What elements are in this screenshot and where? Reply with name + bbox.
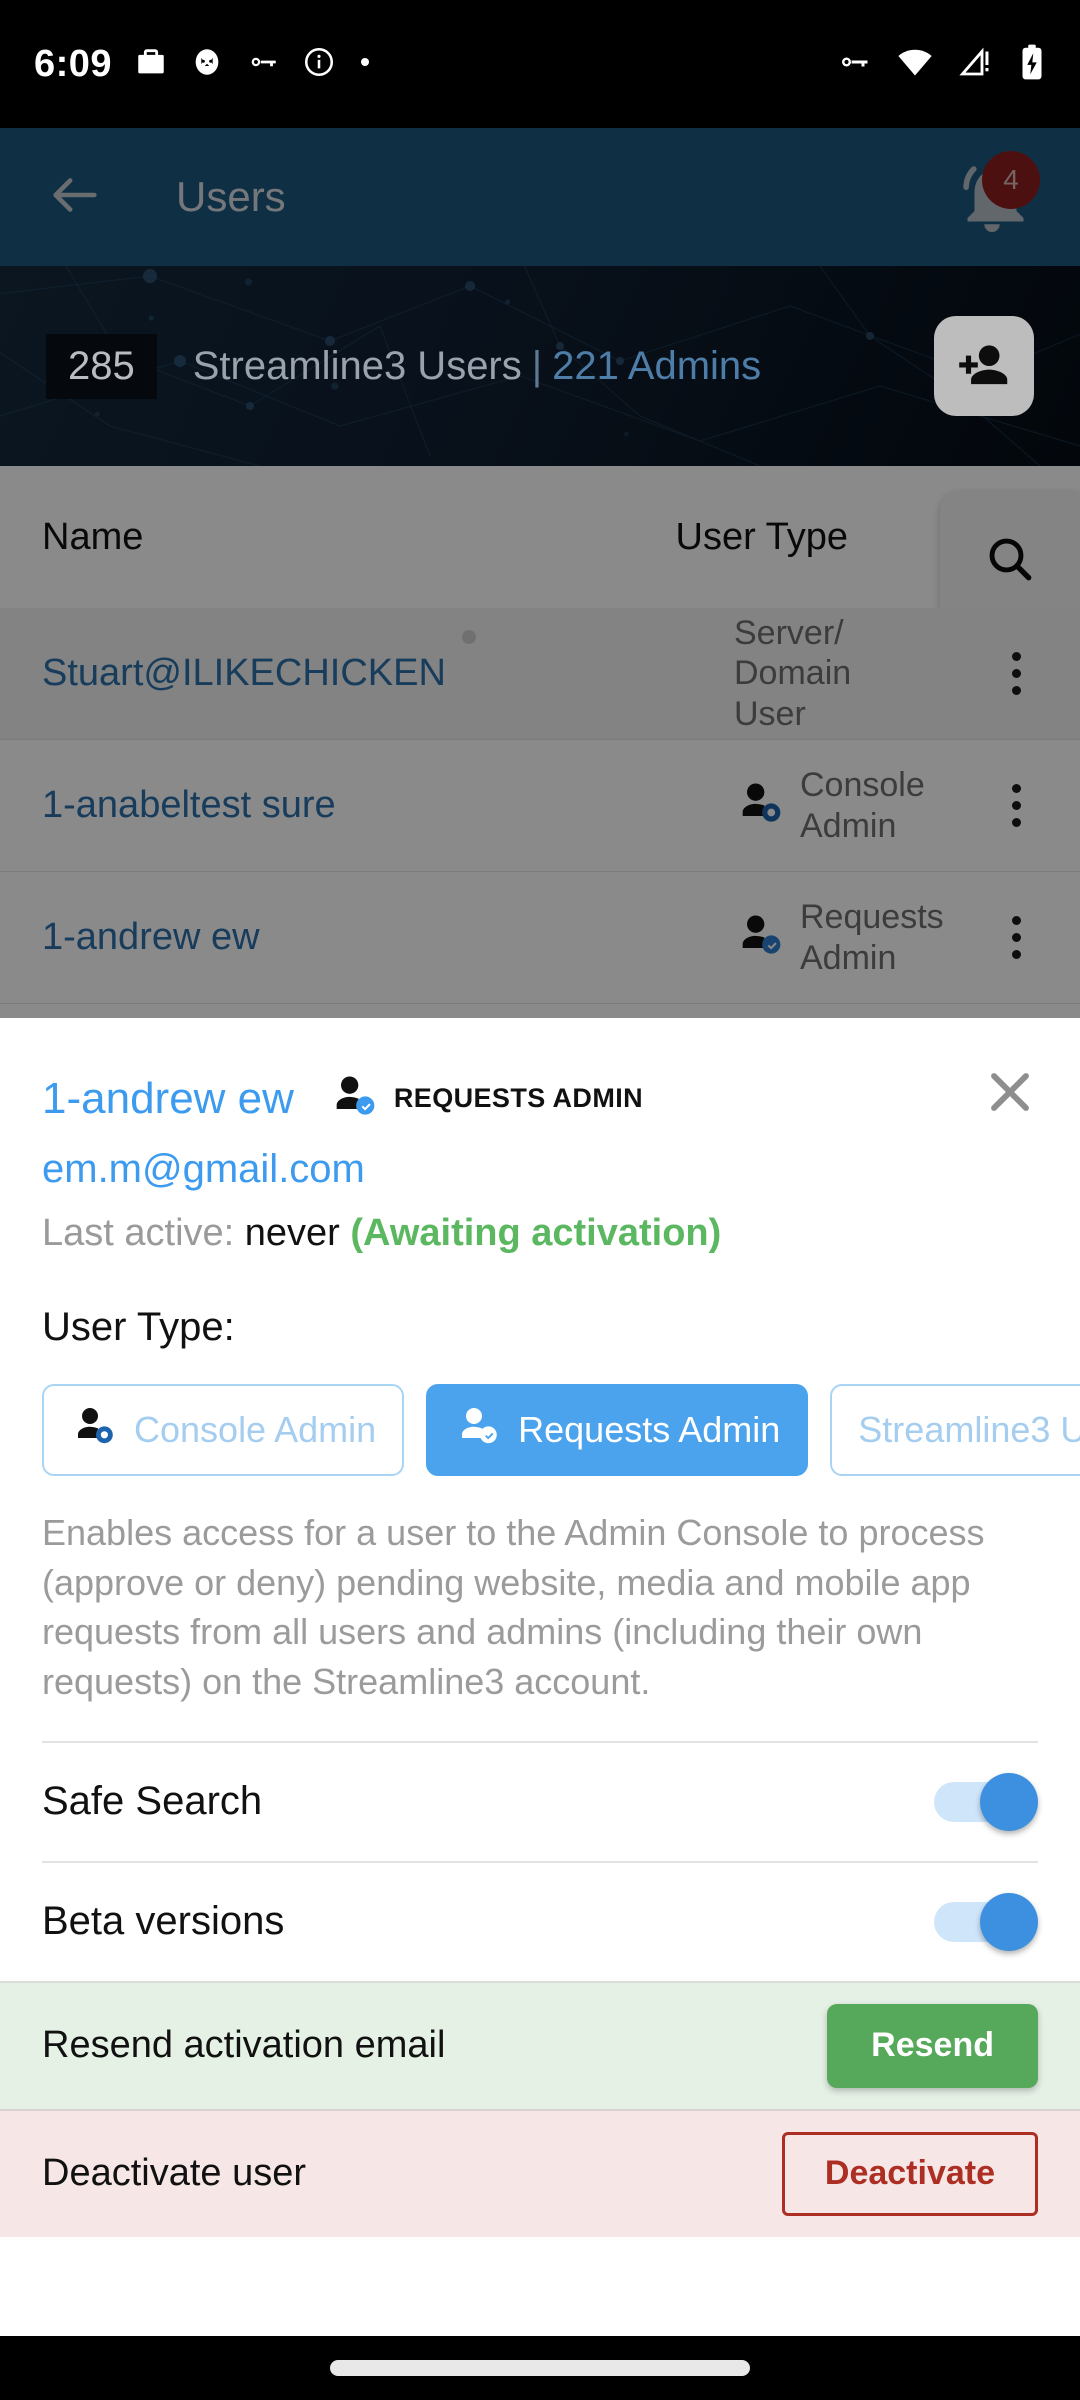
deactivate-button[interactable]: Deactivate [781,2131,1038,2216]
battery-charging-icon [1018,43,1046,86]
vpn-key-icon [246,45,280,84]
status-bar: 6:09 [0,0,1080,128]
user-detail-sheet: 1-andrew ew REQUESTS ADMIN em.m@gmail.co… [0,1018,1080,2336]
action-row-resend: Resend activation email Resend [0,1980,1080,2109]
user-count-badge: 285 [46,333,157,399]
requests-admin-icon [328,1070,380,1127]
summary-separator: | [531,343,543,388]
user-type-description: Enables access for a user to the Admin C… [42,1512,985,1703]
sheet-name-line: 1-andrew ew REQUESTS ADMIN [42,1070,1038,1127]
dot-icon [358,55,372,74]
setting-row-beta-versions[interactable]: Beta versions [0,1863,1080,1981]
chip-label: Console Admin [134,1409,377,1450]
role-badge: REQUESTS ADMIN [328,1070,643,1127]
status-bar-clock: 6:09 [34,42,113,85]
user-type-chip-group: Console Admin Requests Admin Streamline3… [42,1384,1080,1476]
setting-label: Safe Search [42,1779,263,1824]
resend-label: Resend activation email [42,2024,446,2067]
last-active-value: never [244,1212,340,1254]
info-circle-icon [302,45,336,84]
add-user-button[interactable] [934,316,1034,416]
action-row-deactivate: Deactivate user Deactivate [0,2108,1080,2237]
wifi-icon [896,43,934,86]
cellular-warning-icon [958,44,994,85]
users-summary-text: Streamline3 Users | 221 Admins [193,344,761,389]
phone-screen: 6:09 Users 4 285 Streamline3 Users | 221… [0,0,1080,2400]
toggle-knob [980,1892,1038,1951]
close-button[interactable] [978,1060,1042,1124]
briefcase-icon [134,45,168,84]
role-badge-label: REQUESTS ADMIN [393,1083,644,1113]
status-bar-right [836,43,1046,86]
person-add-icon [959,345,1008,385]
close-icon [991,1073,1029,1111]
chip-label: Streamline3 User [858,1409,1080,1450]
chip-label: Requests Admin [518,1409,781,1450]
deactivate-label: Deactivate user [42,2152,307,2195]
vpn-key-icon [836,44,872,85]
last-active-label: Last active: [42,1212,235,1254]
beta-versions-toggle[interactable] [934,1892,1038,1951]
home-gesture-pill[interactable] [330,2360,750,2376]
safe-search-toggle[interactable] [934,1772,1038,1831]
sheet-header: 1-andrew ew REQUESTS ADMIN em.m@gmail.co… [0,1018,1080,1707]
chip-requests-admin[interactable]: Requests Admin [426,1384,809,1476]
user-type-section-label: User Type: [42,1305,235,1349]
chip-streamline3-user[interactable]: Streamline3 User [830,1384,1080,1476]
status-bar-left: 6:09 [34,43,372,86]
users-label: Streamline3 Users [192,343,522,388]
last-active-line: Last active: never (Awaiting activation) [42,1212,1038,1255]
toggle-knob [980,1772,1038,1831]
console-admin-icon [70,1402,118,1459]
requests-admin-icon [454,1402,502,1459]
sheet-user-email[interactable]: em.m@gmail.com [42,1147,1038,1192]
activation-status: (Awaiting activation) [350,1212,722,1254]
system-nav-bar [0,2336,1080,2400]
resend-button[interactable]: Resend [827,2003,1038,2088]
cat-face-icon [190,45,224,84]
chip-console-admin[interactable]: Console Admin [42,1384,405,1476]
admins-label: 221 Admins [552,343,762,388]
setting-row-safe-search[interactable]: Safe Search [0,1743,1080,1861]
modal-scrim[interactable] [0,128,1080,1018]
setting-label: Beta versions [42,1899,285,1944]
sheet-user-name[interactable]: 1-andrew ew [42,1074,294,1124]
